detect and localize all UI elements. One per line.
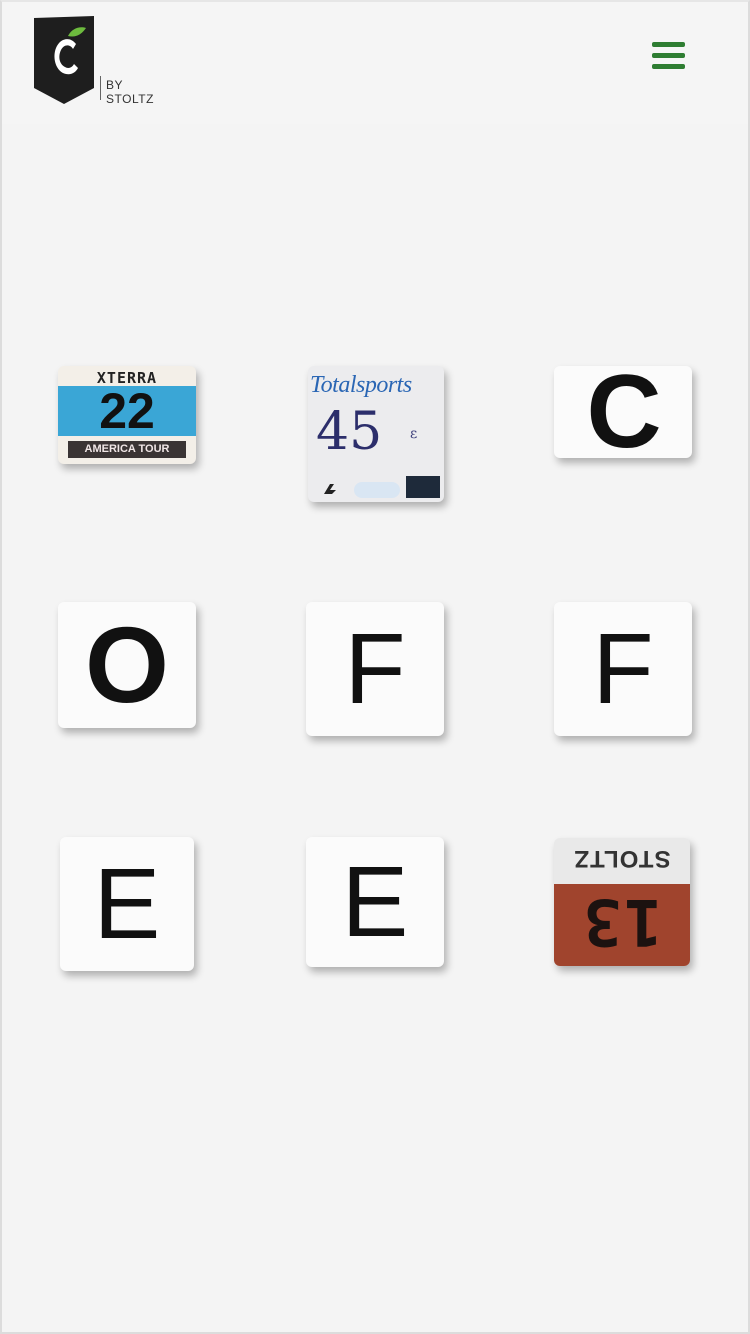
logo-shield-icon: [34, 16, 94, 104]
sponsor-logo-icon: [406, 476, 440, 498]
tile-totalsports-bib[interactable]: Totalsports 45 ε: [308, 366, 444, 502]
bib-brand: STOLTZ: [573, 845, 671, 872]
logo-divider: [100, 76, 101, 100]
tile-letter: E: [93, 848, 161, 960]
page: BY STOLTZ XTERRA 22 AMERICA TOUR Totalsp…: [0, 0, 750, 1334]
hamburger-menu-icon[interactable]: [642, 38, 694, 78]
tile-letter-f[interactable]: F: [554, 602, 692, 736]
sponsor-badge: [354, 482, 400, 498]
tile-letter-o[interactable]: O: [58, 602, 196, 728]
bib-rotated-content: 13 STOLTZ: [554, 838, 690, 966]
tile-letter-e[interactable]: E: [306, 837, 444, 967]
menu-bar: [652, 42, 685, 47]
menu-bar: [652, 64, 685, 69]
tile-letter-f[interactable]: F: [306, 602, 444, 736]
logo-tagline: BY STOLTZ: [106, 78, 154, 106]
top-bar: BY STOLTZ: [2, 2, 748, 124]
tile-letter: O: [84, 604, 169, 725]
brand-logo[interactable]: BY STOLTZ: [32, 14, 172, 106]
tile-letter: F: [344, 613, 406, 725]
tile-letter: C: [586, 366, 661, 458]
bib-brand: Totalsports: [310, 372, 412, 398]
tile-letter-c[interactable]: C: [554, 366, 692, 458]
menu-bar: [652, 53, 685, 58]
bib-caption: AMERICA TOUR: [68, 441, 186, 458]
tile-xterra-bib[interactable]: XTERRA 22 AMERICA TOUR: [58, 366, 196, 464]
bib-number: 45: [316, 402, 383, 462]
bib-handwritten-mark: ε: [410, 426, 418, 442]
tile-letter-e[interactable]: E: [60, 837, 194, 971]
tile-letter: E: [341, 846, 409, 958]
tile-letter: F: [592, 613, 654, 725]
bib-number: 13: [581, 884, 663, 958]
bib-number: 22: [99, 383, 155, 439]
sponsor-logo-icon: [324, 484, 336, 494]
tile-stoltz-bib[interactable]: 13 STOLTZ: [554, 838, 690, 966]
